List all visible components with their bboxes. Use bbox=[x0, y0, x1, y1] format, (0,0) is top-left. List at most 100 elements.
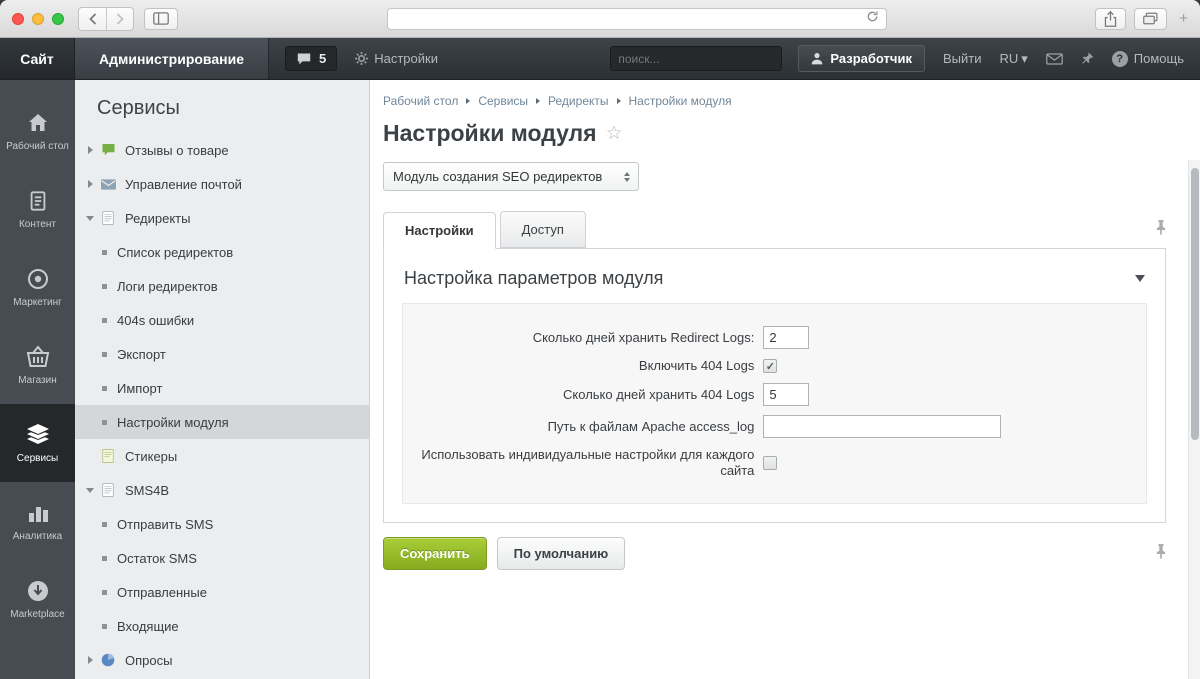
sidebar-item-module-settings[interactable]: Настройки модуля bbox=[75, 405, 369, 439]
rail-label: Контент bbox=[15, 219, 60, 230]
bullet-icon bbox=[102, 318, 107, 323]
app-body: Рабочий стол Контент Маркетинг Магазин С… bbox=[0, 80, 1200, 679]
logs-404-days-input[interactable] bbox=[763, 383, 809, 406]
window-zoom-button[interactable] bbox=[52, 13, 64, 25]
pushpin-icon bbox=[1081, 52, 1094, 65]
search-input[interactable] bbox=[618, 52, 773, 66]
help-button[interactable]: ? Помощь bbox=[1112, 38, 1184, 79]
envelope-icon bbox=[1046, 53, 1063, 65]
sidebar-item-redirects[interactable]: Редиректы bbox=[75, 201, 369, 235]
new-tab-button[interactable]: + bbox=[1175, 10, 1188, 27]
module-select[interactable]: Модуль создания SEO редиректов bbox=[383, 162, 639, 191]
browser-chrome-right: + bbox=[1095, 8, 1188, 30]
rail-item-shop[interactable]: Магазин bbox=[0, 326, 75, 404]
sidebar-item-send-sms[interactable]: Отправить SMS bbox=[75, 507, 369, 541]
rail-item-analytics[interactable]: Аналитика bbox=[0, 482, 75, 560]
sidebar-item-polls[interactable]: Опросы bbox=[75, 643, 369, 677]
tab-overview-button[interactable] bbox=[1134, 8, 1167, 30]
module-rail: Рабочий стол Контент Маркетинг Магазин С… bbox=[0, 80, 75, 679]
tab-settings[interactable]: Настройки bbox=[383, 212, 496, 249]
sidebar-item-inbox[interactable]: Входящие bbox=[75, 609, 369, 643]
individual-site-settings-checkbox[interactable] bbox=[763, 456, 777, 470]
browser-window: + Сайт Администрирование 5 Настройки Раз… bbox=[0, 0, 1200, 679]
bullet-icon bbox=[102, 624, 107, 629]
window-minimize-button[interactable] bbox=[32, 13, 44, 25]
share-button[interactable] bbox=[1095, 8, 1126, 30]
sidebar-toggle-button[interactable] bbox=[144, 8, 178, 30]
back-icon bbox=[89, 13, 97, 25]
sidebar-item-sent[interactable]: Отправленные bbox=[75, 575, 369, 609]
browser-nav-buttons bbox=[78, 7, 134, 31]
expand-collapsed-icon[interactable] bbox=[88, 146, 93, 154]
sidebar-item-redirect-logs[interactable]: Логи редиректов bbox=[75, 269, 369, 303]
pin-toolbar-button[interactable] bbox=[1081, 38, 1094, 79]
analytics-icon bbox=[26, 501, 50, 525]
field-label: Использовать индивидуальные настройки дл… bbox=[403, 447, 763, 479]
expand-expanded-icon[interactable] bbox=[86, 216, 94, 221]
breadcrumb-separator-icon bbox=[466, 98, 470, 104]
breadcrumb-link[interactable]: Редиректы bbox=[548, 94, 608, 108]
notifications-bubble-icon bbox=[296, 52, 312, 66]
tab-access[interactable]: Доступ bbox=[500, 211, 586, 248]
sidebar-item-label: Остаток SMS bbox=[117, 551, 197, 566]
sidebar-item-label: Управление почтой bbox=[125, 177, 242, 192]
vertical-scrollbar[interactable] bbox=[1188, 160, 1200, 679]
sidebar-item-stickers[interactable]: Стикеры bbox=[75, 439, 369, 473]
reload-icon[interactable] bbox=[866, 10, 879, 28]
notifications-button[interactable]: 5 bbox=[285, 46, 337, 71]
address-bar[interactable] bbox=[387, 8, 887, 30]
default-button[interactable]: По умолчанию bbox=[497, 537, 626, 570]
bullet-icon bbox=[102, 590, 107, 595]
rail-label: Магазин bbox=[14, 375, 61, 386]
settings-button[interactable]: Настройки bbox=[355, 38, 438, 79]
sidebar-item-mail[interactable]: Управление почтой bbox=[75, 167, 369, 201]
sidebar-item-redirect-list[interactable]: Список редиректов bbox=[75, 235, 369, 269]
expand-collapsed-icon[interactable] bbox=[88, 656, 93, 664]
sidebar-item-export[interactable]: Экспорт bbox=[75, 337, 369, 371]
browser-back-button[interactable] bbox=[79, 8, 106, 30]
window-close-button[interactable] bbox=[12, 13, 24, 25]
rail-item-content[interactable]: Контент bbox=[0, 170, 75, 248]
save-button[interactable]: Сохранить bbox=[383, 537, 487, 570]
rail-item-desktop[interactable]: Рабочий стол bbox=[0, 92, 75, 170]
browser-forward-button[interactable] bbox=[106, 8, 133, 30]
user-menu-button[interactable]: Разработчик bbox=[798, 45, 925, 72]
field-label: Сколько дней хранить Redirect Logs: bbox=[403, 330, 763, 346]
expand-collapsed-icon[interactable] bbox=[88, 180, 93, 188]
language-selector[interactable]: RU ▾ bbox=[999, 38, 1027, 79]
expand-expanded-icon[interactable] bbox=[86, 488, 94, 493]
breadcrumb-link[interactable]: Рабочий стол bbox=[383, 94, 458, 108]
pin-actions-icon[interactable] bbox=[1156, 544, 1166, 564]
favorite-star-icon[interactable]: ☆ bbox=[606, 122, 623, 145]
enable-404-logs-checkbox[interactable]: ✓ bbox=[763, 359, 777, 373]
redirect-logs-days-input[interactable] bbox=[763, 326, 809, 349]
rail-item-marketplace[interactable]: Marketplace bbox=[0, 560, 75, 638]
desktop-icon bbox=[25, 111, 51, 135]
sidebar-item-import[interactable]: Импорт bbox=[75, 371, 369, 405]
sidebar-item-404-errors[interactable]: 404s ошибки bbox=[75, 303, 369, 337]
reviews-icon bbox=[100, 143, 116, 157]
breadcrumb-link[interactable]: Сервисы bbox=[478, 94, 528, 108]
section-collapse-icon[interactable] bbox=[1135, 275, 1145, 282]
settings-tabs: Настройки Доступ bbox=[383, 211, 1166, 249]
browser-chrome: + bbox=[0, 0, 1200, 38]
admin-tab[interactable]: Администрирование bbox=[75, 38, 269, 79]
sidebar-item-label: SMS4B bbox=[125, 483, 169, 498]
rail-item-services[interactable]: Сервисы bbox=[0, 404, 75, 482]
form-actions: Сохранить По умолчанию bbox=[383, 537, 1166, 570]
module-settings-form: Сколько дней хранить Redirect Logs: Вклю… bbox=[402, 303, 1147, 504]
address-bar-wrap bbox=[188, 8, 1085, 30]
breadcrumb-link[interactable]: Настройки модуля bbox=[629, 94, 732, 108]
logout-link[interactable]: Выйти bbox=[943, 38, 982, 79]
messages-button[interactable] bbox=[1046, 38, 1063, 79]
sidebar-item-sms-balance[interactable]: Остаток SMS bbox=[75, 541, 369, 575]
scrollbar-thumb[interactable] bbox=[1191, 168, 1199, 440]
apache-access-log-path-input[interactable] bbox=[763, 415, 1001, 438]
sidebar-item-sms4b[interactable]: SMS4B bbox=[75, 473, 369, 507]
bullet-icon bbox=[102, 420, 107, 425]
pin-tab-icon[interactable] bbox=[1156, 220, 1166, 240]
site-tab[interactable]: Сайт bbox=[0, 38, 75, 79]
admin-topbar: Сайт Администрирование 5 Настройки Разра… bbox=[0, 38, 1200, 80]
rail-item-marketing[interactable]: Маркетинг bbox=[0, 248, 75, 326]
sidebar-item-reviews[interactable]: Отзывы о товаре bbox=[75, 133, 369, 167]
